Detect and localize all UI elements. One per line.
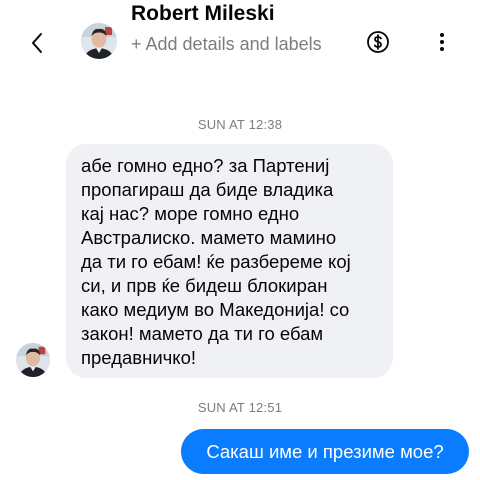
contact-avatar[interactable] bbox=[81, 23, 117, 59]
message-timestamp: SUN AT 12:51 bbox=[197, 400, 283, 415]
chevron-left-icon bbox=[32, 33, 42, 53]
dollar-circle-icon bbox=[367, 31, 389, 53]
sender-avatar[interactable] bbox=[16, 343, 50, 377]
payment-button[interactable] bbox=[364, 28, 392, 56]
contact-name[interactable]: Robert Mileski bbox=[131, 2, 275, 26]
add-details-link[interactable]: + Add details and labels bbox=[131, 31, 331, 57]
outgoing-message-text: Сакаш име и презиме мое? bbox=[206, 440, 444, 462]
more-options-button[interactable] bbox=[428, 28, 456, 56]
message-timestamp: SUN AT 12:38 bbox=[197, 117, 283, 132]
outgoing-message-bubble[interactable]: Сакаш име и презиме мое? bbox=[181, 429, 469, 474]
back-button[interactable] bbox=[22, 28, 52, 58]
incoming-message-text: абе гомно едно? за Партениј пропагираш д… bbox=[81, 155, 351, 368]
incoming-message-bubble[interactable]: абе гомно едно? за Партениј пропагираш д… bbox=[66, 144, 393, 378]
more-vertical-icon bbox=[440, 33, 444, 51]
